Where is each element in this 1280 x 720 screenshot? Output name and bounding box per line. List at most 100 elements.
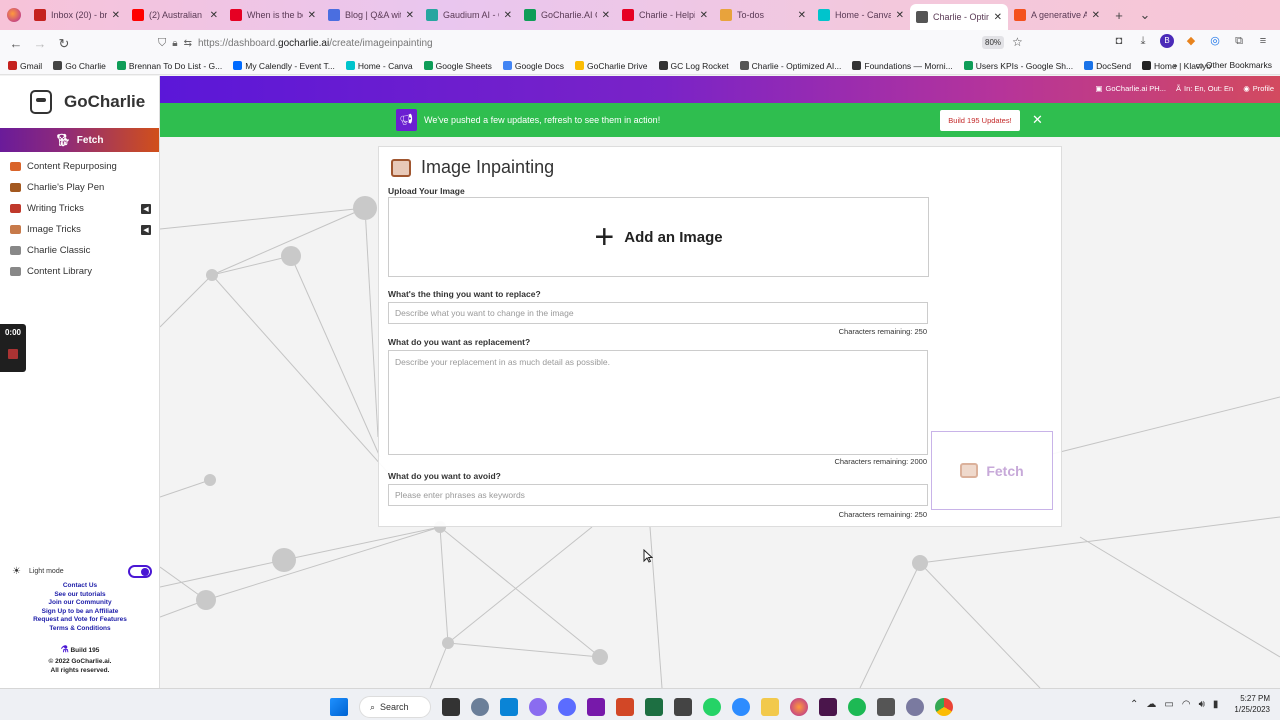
slack-icon[interactable] [819, 698, 837, 716]
bookmark-item[interactable]: Google Sheets [423, 61, 492, 71]
powerpoint-icon[interactable] [616, 698, 634, 716]
footer-link[interactable]: Sign Up to be an Affiliate [0, 608, 160, 617]
url-text[interactable]: https://dashboard.gocharlie.ai/create/im… [198, 38, 433, 49]
add-image-button[interactable]: + Add an Image [388, 197, 929, 277]
download-icon[interactable]: ⤓ [1136, 34, 1150, 48]
lock-icon[interactable]: 🔒︎ [172, 38, 177, 49]
build-updates-button[interactable]: Build 195 Updates! [940, 110, 1020, 131]
footer-link[interactable]: Terms & Conditions [0, 625, 160, 634]
expand-caret-icon[interactable]: ◀ [141, 224, 151, 235]
taskbar-search[interactable]: ⌕ Search [359, 696, 431, 718]
new-tab-button[interactable]: + [1106, 8, 1132, 23]
extension-b-icon[interactable]: B [1160, 34, 1174, 48]
sidebar-item[interactable]: Writing Tricks ◀ [0, 198, 159, 219]
browser-tab[interactable]: Charlie - Optimi ✕ [910, 4, 1008, 30]
browser-tab[interactable]: Gaudium AI - Ca ✕ [420, 0, 518, 30]
battery-icon[interactable]: ▮ [1213, 699, 1219, 710]
back-icon[interactable]: ← [4, 36, 28, 51]
task-view-icon[interactable] [442, 698, 460, 716]
sidebar-item[interactable]: Image Tricks ◀ [0, 219, 159, 240]
close-tab-icon[interactable]: ✕ [994, 12, 1002, 23]
display-icon[interactable]: ▭ [1164, 699, 1173, 710]
sidebar-item[interactable]: Content Library [0, 261, 159, 282]
firefox-menu-icon[interactable] [0, 0, 28, 30]
store-icon[interactable] [500, 698, 518, 716]
language-menu[interactable]: A͂ In: En, Out: En [1176, 84, 1233, 93]
excel-icon[interactable] [645, 698, 663, 716]
extensions-icon[interactable]: ⧉ [1232, 34, 1246, 48]
close-tab-icon[interactable]: ✕ [602, 10, 610, 21]
list-all-tabs-button[interactable]: ⌄ [1132, 7, 1158, 23]
recording-widget[interactable]: 0:00 [0, 324, 26, 372]
browser-tab[interactable]: To-dos ✕ [714, 0, 812, 30]
close-tab-icon[interactable]: ✕ [896, 10, 904, 21]
avoid-input[interactable]: Please enter phrases as keywords [388, 484, 928, 506]
close-tab-icon[interactable]: ✕ [308, 10, 316, 21]
bookmark-item[interactable]: GC Log Rocket [658, 61, 729, 71]
footer-link[interactable]: Request and Vote for Features [0, 616, 160, 625]
browser-tab[interactable]: (2) Australian In ✕ [126, 0, 224, 30]
zoom-level[interactable]: 80% [982, 36, 1005, 49]
show-hidden-icons[interactable]: ⌃ [1130, 699, 1138, 710]
close-banner-icon[interactable]: ✕ [1032, 112, 1043, 128]
sidebar-fetch-button[interactable]: 🐕︎ Fetch [0, 128, 159, 152]
whatsapp-icon[interactable] [703, 698, 721, 716]
url-bar[interactable]: ⛉ 🔒︎ ⇆ https://dashboard.gocharlie.ai/cr… [152, 32, 1032, 54]
windows-start-icon[interactable] [330, 698, 348, 716]
close-tab-icon[interactable]: ✕ [210, 10, 218, 21]
brand[interactable]: GoCharlie [0, 76, 159, 128]
expand-caret-icon[interactable]: ◀ [141, 203, 151, 214]
bookmark-item[interactable]: DocSend [1084, 61, 1131, 71]
firefox-icon[interactable] [790, 698, 808, 716]
forward-icon[interactable]: → [28, 36, 52, 51]
fetch-button[interactable]: Fetch [931, 431, 1053, 510]
volume-icon[interactable]: 🔊︎ [1199, 699, 1205, 710]
snipping-tool-icon[interactable] [877, 698, 895, 716]
bookmark-item[interactable]: My Calendly - Event T... [233, 61, 335, 71]
browser-tab[interactable]: GoCharlie.AI Co ✕ [518, 0, 616, 30]
file-explorer-icon[interactable] [761, 698, 779, 716]
pocket-icon[interactable]: ◘ [1112, 34, 1126, 48]
permissions-icon[interactable]: ⇆ [184, 38, 192, 49]
settings-icon[interactable] [471, 698, 489, 716]
chat-icon[interactable] [558, 698, 576, 716]
metamask-icon[interactable]: ◆ [1184, 34, 1198, 48]
gear-icon[interactable] [906, 698, 924, 716]
footer-link[interactable]: See our tutorials [0, 591, 160, 600]
account-menu[interactable]: ▣ GoCharlie.ai PH... [1095, 84, 1166, 93]
sidebar-item[interactable]: Charlie Classic [0, 240, 159, 261]
close-tab-icon[interactable]: ✕ [112, 10, 120, 21]
bookmark-item[interactable]: Home - Canva [345, 61, 413, 71]
replace-input[interactable]: Describe what you want to change in the … [388, 302, 928, 324]
close-tab-icon[interactable]: ✕ [1092, 10, 1100, 21]
close-tab-icon[interactable]: ✕ [700, 10, 708, 21]
menu-icon[interactable]: ≡ [1256, 34, 1270, 48]
other-bookmarks[interactable]: ▭ Other Bookmarks [1195, 60, 1272, 71]
bookmark-item[interactable]: Google Docs [502, 61, 564, 71]
bookmark-item[interactable]: Foundations — Morni... [852, 61, 953, 71]
bookmarks-overflow-button[interactable]: » [1173, 60, 1178, 71]
wifi-icon[interactable]: ◠ [1182, 699, 1191, 710]
browser-tab[interactable]: Inbox (20) - bren ✕ [28, 0, 126, 30]
close-tab-icon[interactable]: ✕ [406, 10, 414, 21]
calculator-icon[interactable] [674, 698, 692, 716]
bookmark-star-icon[interactable]: ☆ [1012, 35, 1023, 49]
close-tab-icon[interactable]: ✕ [504, 10, 512, 21]
cloud-icon[interactable]: ☁ [1146, 699, 1156, 710]
close-tab-icon[interactable]: ✕ [798, 10, 806, 21]
chrome-icon[interactable] [935, 698, 953, 716]
bookmark-item[interactable]: Brennan To Do List - G... [116, 61, 222, 71]
light-mode-toggle[interactable] [128, 565, 152, 578]
reload-icon[interactable]: ↻ [52, 36, 76, 52]
spotify-icon[interactable] [848, 698, 866, 716]
bookmark-item[interactable]: Gmail [8, 61, 42, 71]
bookmark-item[interactable]: Charlie - Optimized AI... [739, 61, 841, 71]
zoom-icon[interactable] [732, 698, 750, 716]
browser-tab[interactable]: Charlie - Helpin ✕ [616, 0, 714, 30]
browser-tab[interactable]: A generative AI p ✕ [1008, 0, 1106, 30]
onenote-icon[interactable] [587, 698, 605, 716]
bookmark-item[interactable]: Users KPIs - Google Sh... [963, 61, 1073, 71]
bookmark-item[interactable]: GoCharlie Drive [575, 61, 648, 71]
browser-tab[interactable]: Home - Canva ✕ [812, 0, 910, 30]
shield-icon[interactable]: ⛉ [158, 37, 166, 50]
